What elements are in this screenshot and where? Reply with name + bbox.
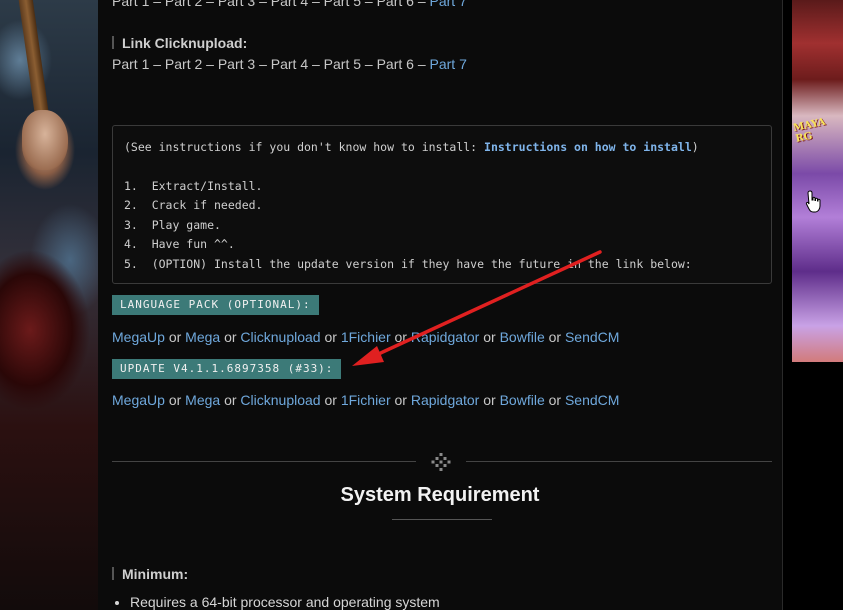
minimum-label: Minimum: [112,566,188,582]
lp-rapidgator-link[interactable]: Rapidgator [411,329,480,345]
up-1fichier-link[interactable]: 1Fichier [341,392,391,408]
lp-1fichier-link[interactable]: 1Fichier [341,329,391,345]
up-megaup-link[interactable]: MegaUp [112,392,165,408]
separator: or [394,329,407,345]
separator: or [224,392,237,408]
clicknupload-parts-prefix[interactable]: Part 1 – Part 2 – Part 3 – Part 4 – Part… [112,56,430,72]
update-badge: UPDATE V4.1.1.6897358 (#33): [112,359,342,379]
separator: or [324,392,337,408]
divider-right [466,461,772,462]
ad-logo: MAYA RG [792,116,827,145]
ornament-icon [431,453,451,471]
clicknupload-label-text: Link Clicknupload: [122,35,248,51]
instructions-box: (See instructions if you don't know how … [112,125,772,284]
language-pack-links: MegaUp or Mega or Clicknupload or 1Fichi… [112,329,619,345]
separator: or [224,329,237,345]
requirement-item: Requires a 64-bit processor and operatin… [130,594,440,610]
separator: or [324,329,337,345]
step-5: 5. (OPTION) Install the update version i… [124,257,692,271]
clicknupload-label: Link Clicknupload: [112,35,247,51]
intro-prefix: (See instructions if you don't know how … [124,140,485,154]
label-bar [112,36,114,49]
hand-cursor-icon [805,190,821,213]
system-requirement-heading: System Requirement [340,484,540,506]
instructions-intro: (See instructions if you don't know how … [124,140,699,154]
heading-underline [392,519,492,520]
divider-left [112,461,416,462]
label-bar [112,567,114,580]
top-part-links-prefix[interactable]: Part 1 – Part 2 – Part 3 – Part 4 – Part… [112,0,430,9]
post-content: Part 1 – Part 2 – Part 3 – Part 4 – Part… [98,0,783,610]
separator: or [548,329,562,345]
separator: or [483,329,496,345]
lp-sendcm-link[interactable]: SendCM [565,329,619,345]
top-part-7-link[interactable]: Part 7 [430,0,467,9]
up-mega-link[interactable]: Mega [185,392,220,408]
instructions-link[interactable]: Instructions on how to install [484,140,692,154]
left-background-artwork [0,0,98,610]
clicknupload-part-links: Part 1 – Part 2 – Part 3 – Part 4 – Part… [112,56,467,72]
separator: or [394,392,407,408]
sidebar-ad-banner[interactable]: MAYA RG [792,0,843,362]
top-part-links: Part 1 – Part 2 – Part 3 – Part 4 – Part… [112,0,467,9]
step-1: 1. Extract/Install. [124,179,263,193]
separator: or [168,329,182,345]
step-4: 4. Have fun ^^. [124,237,235,251]
lp-bowfile-link[interactable]: Bowfile [500,329,545,345]
clicknupload-part-7-link[interactable]: Part 7 [430,56,467,72]
lp-clicknupload-link[interactable]: Clicknupload [240,329,320,345]
step-3: 3. Play game. [124,218,221,232]
up-bowfile-link[interactable]: Bowfile [500,392,545,408]
up-clicknupload-link[interactable]: Clicknupload [240,392,320,408]
separator: or [548,392,562,408]
lp-mega-link[interactable]: Mega [185,329,220,345]
language-pack-badge: LANGUAGE PACK (OPTIONAL): [112,295,319,315]
minimum-label-text: Minimum: [122,566,189,582]
requirements-list: Requires a 64-bit processor and operatin… [112,594,440,610]
lp-megaup-link[interactable]: MegaUp [112,329,165,345]
intro-suffix: ) [691,140,699,154]
separator: or [168,392,182,408]
separator: or [483,392,496,408]
step-2: 2. Crack if needed. [124,198,263,212]
up-sendcm-link[interactable]: SendCM [565,392,619,408]
up-rapidgator-link[interactable]: Rapidgator [411,392,480,408]
artwork-hand [22,110,68,170]
update-links: MegaUp or Mega or Clicknupload or 1Fichi… [112,392,619,408]
